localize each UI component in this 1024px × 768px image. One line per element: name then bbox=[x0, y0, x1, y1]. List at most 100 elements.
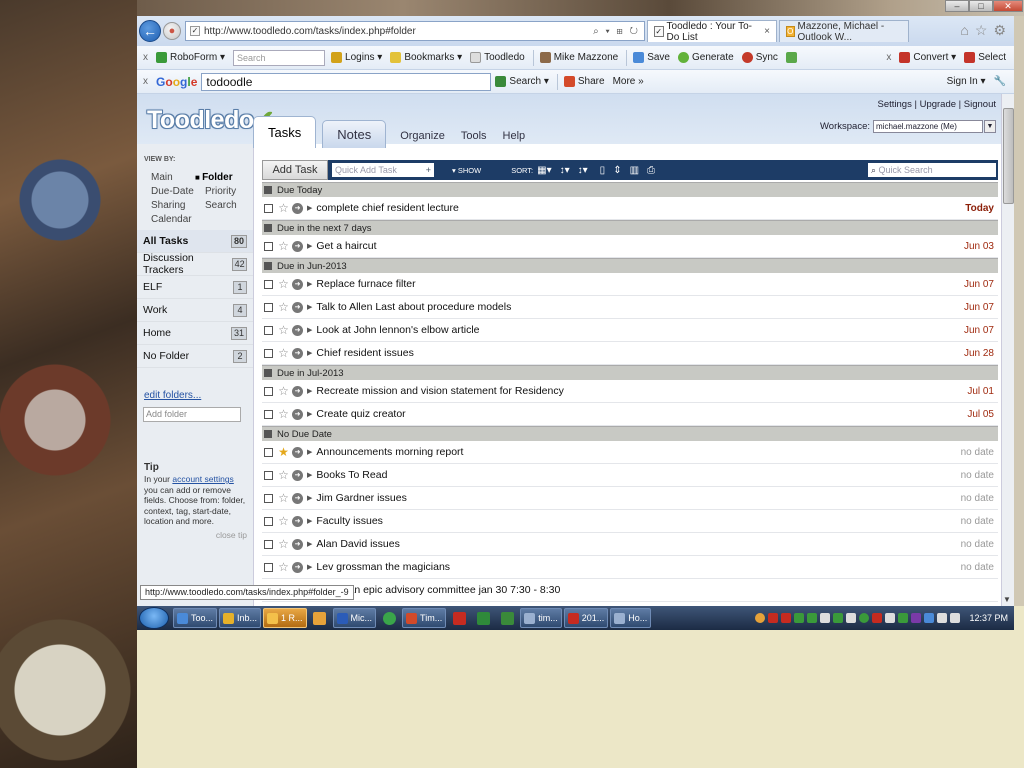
action-arrow-icon[interactable]: ➜ bbox=[292, 202, 303, 214]
tray-icon[interactable] bbox=[885, 613, 896, 623]
tray-icon[interactable] bbox=[820, 613, 831, 623]
task-checkbox[interactable] bbox=[264, 203, 273, 213]
address-bar[interactable]: ✓ http://www.toodledo.com/tasks/index.ph… bbox=[185, 21, 645, 41]
collapse-icon[interactable] bbox=[264, 262, 272, 270]
star-icon[interactable]: ☆ bbox=[277, 202, 290, 214]
add-task-button[interactable]: Add Task bbox=[262, 160, 328, 180]
folder-home[interactable]: Home 31 bbox=[137, 322, 253, 345]
task-row[interactable]: ☆ ➜ ▶ Recreate mission and vision statement… bbox=[262, 380, 998, 403]
action-arrow-icon[interactable]: ➜ bbox=[292, 278, 303, 290]
star-icon[interactable]: ☆ bbox=[277, 515, 290, 527]
toodledo-bookmark[interactable]: Toodledo bbox=[470, 52, 525, 63]
taskbar-item-word[interactable]: Mic... bbox=[332, 608, 377, 628]
tools-gear-icon[interactable]: ⚙ bbox=[993, 22, 1006, 39]
action-arrow-icon[interactable]: ➜ bbox=[292, 515, 303, 527]
taskbar-pin-dreamweaver[interactable] bbox=[496, 608, 518, 628]
tools-link[interactable]: Tools bbox=[461, 130, 487, 148]
taskbar-pin-globe[interactable] bbox=[378, 608, 400, 628]
taskbar-pin-excel[interactable] bbox=[472, 608, 494, 628]
more-menu[interactable]: More » bbox=[613, 76, 644, 87]
tray-icon[interactable] bbox=[846, 613, 857, 623]
group-header[interactable]: Due Today bbox=[262, 182, 998, 197]
action-arrow-icon[interactable]: ➜ bbox=[292, 561, 303, 573]
start-button[interactable] bbox=[139, 607, 169, 629]
group-header[interactable]: Due in Jul-2013 bbox=[262, 365, 998, 380]
task-checkbox[interactable] bbox=[264, 562, 273, 572]
sort-calendar-icon[interactable]: ▦▾ bbox=[537, 165, 551, 176]
network-icon[interactable] bbox=[937, 613, 948, 623]
task-title[interactable]: complete chief resident lecture bbox=[316, 202, 965, 214]
task-title[interactable]: Talk to Allen Last about procedure model… bbox=[316, 301, 964, 313]
task-due-date[interactable]: Jun 07 bbox=[964, 279, 994, 290]
convert-menu[interactable]: Convert ▾ bbox=[899, 52, 956, 63]
tray-icon[interactable] bbox=[872, 613, 883, 623]
action-arrow-icon[interactable]: ➜ bbox=[292, 469, 303, 481]
task-checkbox[interactable] bbox=[264, 493, 273, 503]
signin-button[interactable]: Sign In ▾ bbox=[947, 76, 986, 87]
task-title[interactable]: Faculty issues bbox=[316, 515, 960, 527]
taskbar-item-inbox[interactable]: Inb... bbox=[219, 608, 262, 628]
task-title[interactable]: Lev grossman the magicians bbox=[316, 561, 960, 573]
task-row[interactable]: ☆ ➜ ▶ Get a haircut Jun 03 bbox=[262, 235, 998, 258]
task-row[interactable]: ★ ➜ ▶ Announcements morning report no date bbox=[262, 441, 998, 464]
task-row[interactable]: ☆ ➜ ▶ Alan David issues no date bbox=[262, 533, 998, 556]
taskbar-item-toodledo[interactable]: Too... bbox=[173, 608, 218, 628]
taskbar-item-tim[interactable]: Tim... bbox=[402, 608, 447, 628]
tab-close-icon[interactable]: × bbox=[764, 26, 770, 37]
tray-icon[interactable] bbox=[898, 613, 909, 623]
sort-priority-icon[interactable]: ↕▾ bbox=[560, 165, 570, 176]
action-arrow-icon[interactable]: ➜ bbox=[292, 324, 303, 336]
clock[interactable]: 12:37 PM bbox=[969, 613, 1008, 623]
task-due-date[interactable]: Today bbox=[965, 203, 994, 214]
task-row[interactable]: ☆ ➜ ▶ Faculty issues no date bbox=[262, 510, 998, 533]
maximize-button[interactable]: □ bbox=[969, 0, 993, 12]
task-title[interactable]: Chief resident issues bbox=[316, 347, 964, 359]
toolbar-close-icon[interactable]: x bbox=[886, 52, 891, 63]
star-icon[interactable]: ☆ bbox=[277, 408, 290, 420]
expand-icon[interactable]: ▶ bbox=[307, 471, 312, 479]
expand-icon[interactable]: ▶ bbox=[307, 349, 312, 357]
bookmarks-menu[interactable]: Bookmarks ▾ bbox=[390, 52, 462, 63]
star-icon[interactable]: ★ bbox=[277, 446, 290, 458]
folder-work[interactable]: Work 4 bbox=[137, 299, 253, 322]
account-links[interactable]: Settings | Upgrade | Signout bbox=[878, 99, 996, 110]
toolbar-close-icon[interactable]: x bbox=[143, 76, 148, 87]
task-row[interactable]: ☆ ➜ ▶ Books To Read no date bbox=[262, 464, 998, 487]
forward-button[interactable]: ● bbox=[163, 22, 181, 40]
task-checkbox[interactable] bbox=[264, 409, 273, 419]
tab-tasks[interactable]: Tasks bbox=[253, 116, 317, 148]
browser-tab-toodledo[interactable]: ✓ Toodledo : Your To-Do List × bbox=[647, 20, 777, 43]
task-checkbox[interactable] bbox=[264, 348, 273, 358]
task-row[interactable]: ☆ ➜ ▶ Jim Gardner issues no date bbox=[262, 487, 998, 510]
expand-icon[interactable]: ▶ bbox=[307, 303, 312, 311]
task-title[interactable]: Replace furnace filter bbox=[316, 278, 964, 290]
logins-menu[interactable]: Logins ▾ bbox=[331, 52, 382, 63]
task-row[interactable]: ☆ ➜ ▶ Replace furnace filter Jun 07 bbox=[262, 273, 998, 296]
save-button[interactable]: Save bbox=[633, 52, 670, 63]
taskbar-item-tim2[interactable]: tim... bbox=[520, 608, 562, 628]
folder-no-folder[interactable]: No Folder 2 bbox=[137, 345, 253, 368]
collapse-icon[interactable]: ⇕ bbox=[613, 165, 621, 176]
group-header[interactable]: Due in the next 7 days bbox=[262, 220, 998, 235]
tray-icon[interactable] bbox=[911, 613, 922, 623]
organize-link[interactable]: Organize bbox=[400, 130, 445, 148]
star-icon[interactable]: ☆ bbox=[277, 561, 290, 573]
view-due-date[interactable]: Due-Date bbox=[151, 186, 194, 197]
task-due-date[interactable]: Jun 07 bbox=[964, 325, 994, 336]
page-scrollbar[interactable]: ▼ bbox=[1001, 94, 1014, 606]
plus-icon[interactable]: + bbox=[426, 163, 431, 177]
google-search-input[interactable]: todoodle bbox=[201, 72, 492, 91]
folder-all-tasks[interactable]: All Tasks 80 bbox=[137, 230, 253, 253]
task-checkbox[interactable] bbox=[264, 325, 273, 335]
task-title[interactable]: Books To Read bbox=[316, 469, 960, 481]
tab-notes[interactable]: Notes bbox=[322, 120, 387, 148]
task-row[interactable]: ☆ ➜ ▶ Chief resident issues Jun 28 bbox=[262, 342, 998, 365]
action-arrow-icon[interactable]: ➜ bbox=[292, 240, 303, 252]
tray-icon[interactable] bbox=[794, 613, 805, 623]
tray-icon[interactable] bbox=[833, 613, 844, 623]
close-window-button[interactable]: ✕ bbox=[993, 0, 1023, 12]
task-row[interactable]: ☆ ➜ ▶ Create quiz creator Jul 05 bbox=[262, 403, 998, 426]
task-checkbox[interactable] bbox=[264, 447, 273, 457]
star-icon[interactable]: ☆ bbox=[277, 324, 290, 336]
taskbar-item-active[interactable]: 1 R... bbox=[263, 608, 307, 628]
